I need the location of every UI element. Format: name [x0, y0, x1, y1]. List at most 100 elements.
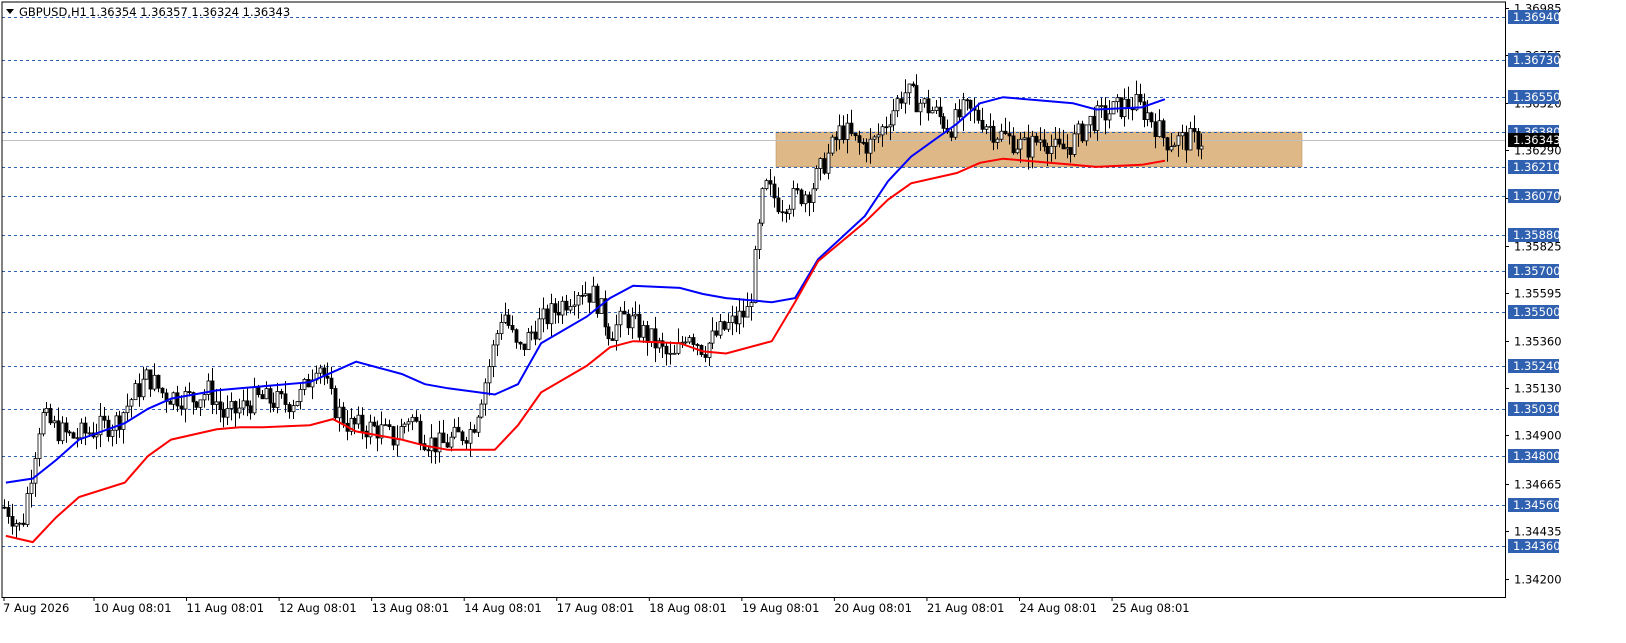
bull-candle [537, 318, 542, 340]
bull-candle [903, 92, 908, 104]
bear-candle [341, 406, 346, 424]
bull-candle [449, 436, 454, 448]
bear-candle [587, 293, 592, 303]
bull-candle [395, 438, 400, 446]
bull-candle [125, 405, 130, 414]
level-price-label: 1.35030 [1513, 402, 1561, 416]
bear-candle [1161, 120, 1166, 139]
bear-candle [564, 300, 569, 311]
bull-candle [302, 379, 307, 390]
bear-candle [179, 405, 184, 410]
bull-candle [1157, 120, 1162, 138]
bull-candle [275, 391, 280, 408]
bull-candle [988, 125, 993, 128]
bear-candle [194, 401, 199, 408]
bull-candle [630, 315, 635, 329]
bull-candle [737, 310, 742, 325]
bull-candle [298, 389, 303, 402]
bull-candle [94, 434, 99, 438]
bear-candle [991, 125, 996, 143]
current-price-label: 1.36343 [1513, 133, 1561, 147]
price-chart[interactable]: 1.369851.367551.365201.362901.360601.358… [0, 0, 1626, 643]
price-tick-label: 1.35130 [1514, 382, 1562, 396]
level-price-label: 1.35500 [1513, 305, 1561, 319]
bear-candle [2, 506, 7, 509]
bear-candle [772, 183, 777, 199]
bull-candle [591, 285, 596, 303]
bull-candle [907, 83, 912, 94]
bull-candle [760, 188, 765, 224]
bull-candle [730, 315, 735, 323]
bull-candle [618, 310, 623, 326]
bear-candle [703, 354, 708, 358]
bull-candle [837, 125, 842, 141]
bull-candle [787, 208, 792, 215]
bull-candle [495, 333, 500, 346]
bull-candle [1030, 135, 1035, 158]
bear-candle [456, 426, 461, 433]
bull-candle [930, 110, 935, 114]
bear-candle [329, 377, 334, 389]
bull-candle [1107, 113, 1112, 121]
bear-candle [861, 141, 866, 144]
bear-candle [287, 404, 292, 413]
bear-candle [325, 375, 330, 379]
bull-candle [429, 437, 434, 452]
bear-candle [352, 417, 357, 425]
bull-candle [526, 332, 531, 350]
bull-candle [1065, 147, 1070, 150]
bear-candle [464, 440, 469, 444]
bear-candle [533, 331, 538, 340]
bear-candle [780, 211, 785, 214]
bear-candle [580, 295, 585, 297]
price-tick-label: 1.35595 [1514, 287, 1562, 301]
bull-candle [399, 426, 404, 440]
bear-candle [938, 106, 943, 118]
bear-candle [899, 98, 904, 104]
bull-candle [129, 399, 134, 407]
bull-candle [14, 523, 19, 527]
bull-candle [757, 222, 762, 250]
bull-candle [25, 493, 30, 525]
bear-candle [606, 326, 611, 340]
bear-candle [841, 125, 846, 140]
bear-candle [1184, 132, 1189, 151]
bull-candle [383, 424, 388, 427]
bear-candle [372, 421, 377, 427]
bull-candle [999, 130, 1004, 140]
bull-candle [1022, 137, 1027, 140]
bull-candle [237, 407, 242, 414]
bull-candle [229, 401, 234, 409]
bull-candle [1172, 144, 1177, 147]
bull-candle [75, 437, 80, 440]
bull-candle [37, 433, 42, 459]
bear-candle [1045, 146, 1050, 154]
bear-candle [553, 303, 558, 313]
bear-candle [64, 422, 69, 433]
bear-candle [210, 380, 215, 405]
bear-candle [1061, 143, 1066, 150]
bull-candle [503, 314, 508, 323]
chart-canvas[interactable]: 1.369851.367551.365201.362901.360601.358… [0, 0, 1626, 643]
bear-candle [391, 426, 396, 446]
bull-candle [995, 138, 1000, 143]
bear-candle [610, 338, 615, 341]
bull-candle [1180, 132, 1185, 137]
bear-candle [283, 393, 288, 405]
bear-candle [245, 400, 250, 407]
level-price-label: 1.34800 [1513, 449, 1561, 463]
bear-candle [1142, 101, 1147, 120]
bull-candle [1076, 123, 1081, 135]
bull-candle [183, 391, 188, 410]
bear-candle [1034, 135, 1039, 143]
bear-candle [556, 311, 561, 316]
bull-candle [753, 249, 758, 303]
bear-candle [168, 401, 173, 405]
bear-candle [218, 401, 223, 410]
level-price-label: 1.34360 [1513, 539, 1561, 553]
bull-candle [549, 303, 554, 325]
bull-candle [872, 136, 877, 140]
bear-candle [256, 386, 261, 395]
bull-candle [29, 482, 34, 494]
bull-candle [764, 180, 769, 190]
